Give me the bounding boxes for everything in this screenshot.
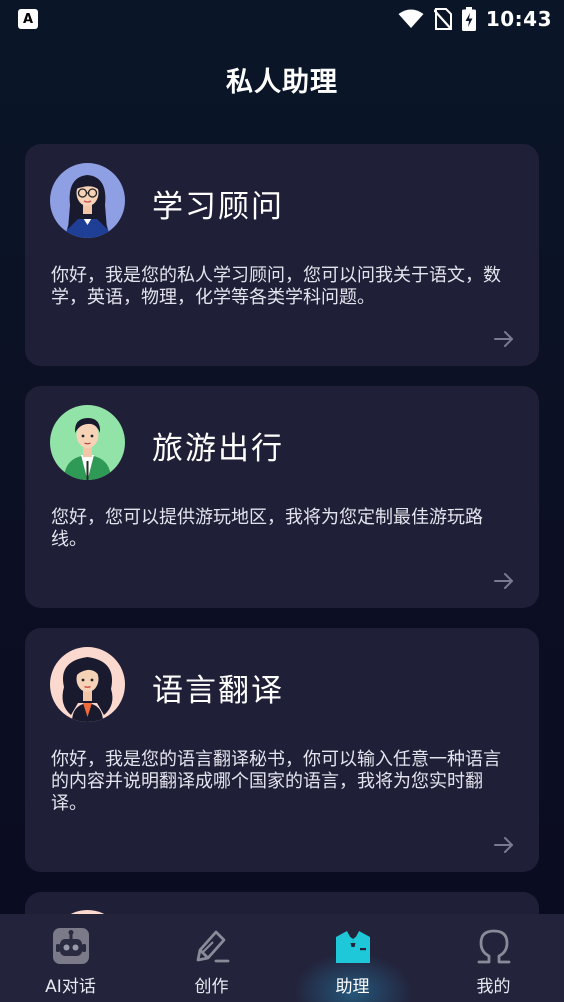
- robot-icon: [52, 928, 89, 964]
- card-description: 你好，我是您的语言翻译秘书，你可以输入任意一种语言的内容并说明翻译成哪个国家的语…: [51, 749, 501, 814]
- tab-label: 助理: [335, 977, 370, 997]
- tab-label: 创作: [194, 977, 229, 997]
- card-title: 学习顾问: [152, 189, 284, 225]
- assistant-card-travel[interactable]: 旅游出行 您好，您可以提供游玩地区，我将为您定制最佳游玩路线。: [25, 386, 539, 608]
- tab-assistant[interactable]: 助理: [282, 914, 423, 1002]
- bottom-tab-bar: AI对话 创作 助理 我的: [0, 914, 564, 1002]
- battery-charging-icon: [461, 7, 476, 31]
- tab-me[interactable]: 我的: [423, 914, 564, 1002]
- tab-label: AI对话: [45, 977, 96, 997]
- arrow-right-icon[interactable]: [493, 328, 515, 350]
- tab-label: 我的: [476, 977, 511, 997]
- status-bar: A 10:43: [0, 0, 564, 38]
- translator-avatar: [50, 647, 125, 722]
- suit-icon: [335, 931, 370, 963]
- tab-ai-chat[interactable]: AI对话: [0, 914, 141, 1002]
- arrow-right-icon[interactable]: [493, 570, 515, 592]
- arrow-right-icon[interactable]: [493, 834, 515, 856]
- tab-create[interactable]: 创作: [141, 914, 282, 1002]
- card-description: 你好，我是您的私人学习顾问，您可以问我关于语文，数学，英语，物理，化学等各类学科…: [51, 265, 501, 308]
- card-description: 您好，您可以提供游玩地区，我将为您定制最佳游玩路线。: [51, 507, 483, 550]
- card-title: 语言翻译: [152, 673, 284, 709]
- wifi-icon: [398, 9, 424, 28]
- app-notification-icon: A: [18, 9, 38, 29]
- assistant-card-translate[interactable]: 语言翻译 你好，我是您的语言翻译秘书，你可以输入任意一种语言的内容并说明翻译成哪…: [25, 628, 539, 872]
- profile-icon: [477, 929, 510, 964]
- assistant-card-study[interactable]: 学习顾问 你好，我是您的私人学习顾问，您可以问我关于语文，数学，英语，物理，化学…: [25, 144, 539, 366]
- no-sim-icon: [433, 8, 452, 30]
- study-advisor-avatar: [50, 163, 125, 238]
- pen-icon: [196, 930, 229, 963]
- page-title: 私人助理: [226, 67, 338, 98]
- travel-avatar: [50, 405, 125, 480]
- card-title: 旅游出行: [152, 431, 284, 467]
- status-time: 10:43: [485, 7, 552, 31]
